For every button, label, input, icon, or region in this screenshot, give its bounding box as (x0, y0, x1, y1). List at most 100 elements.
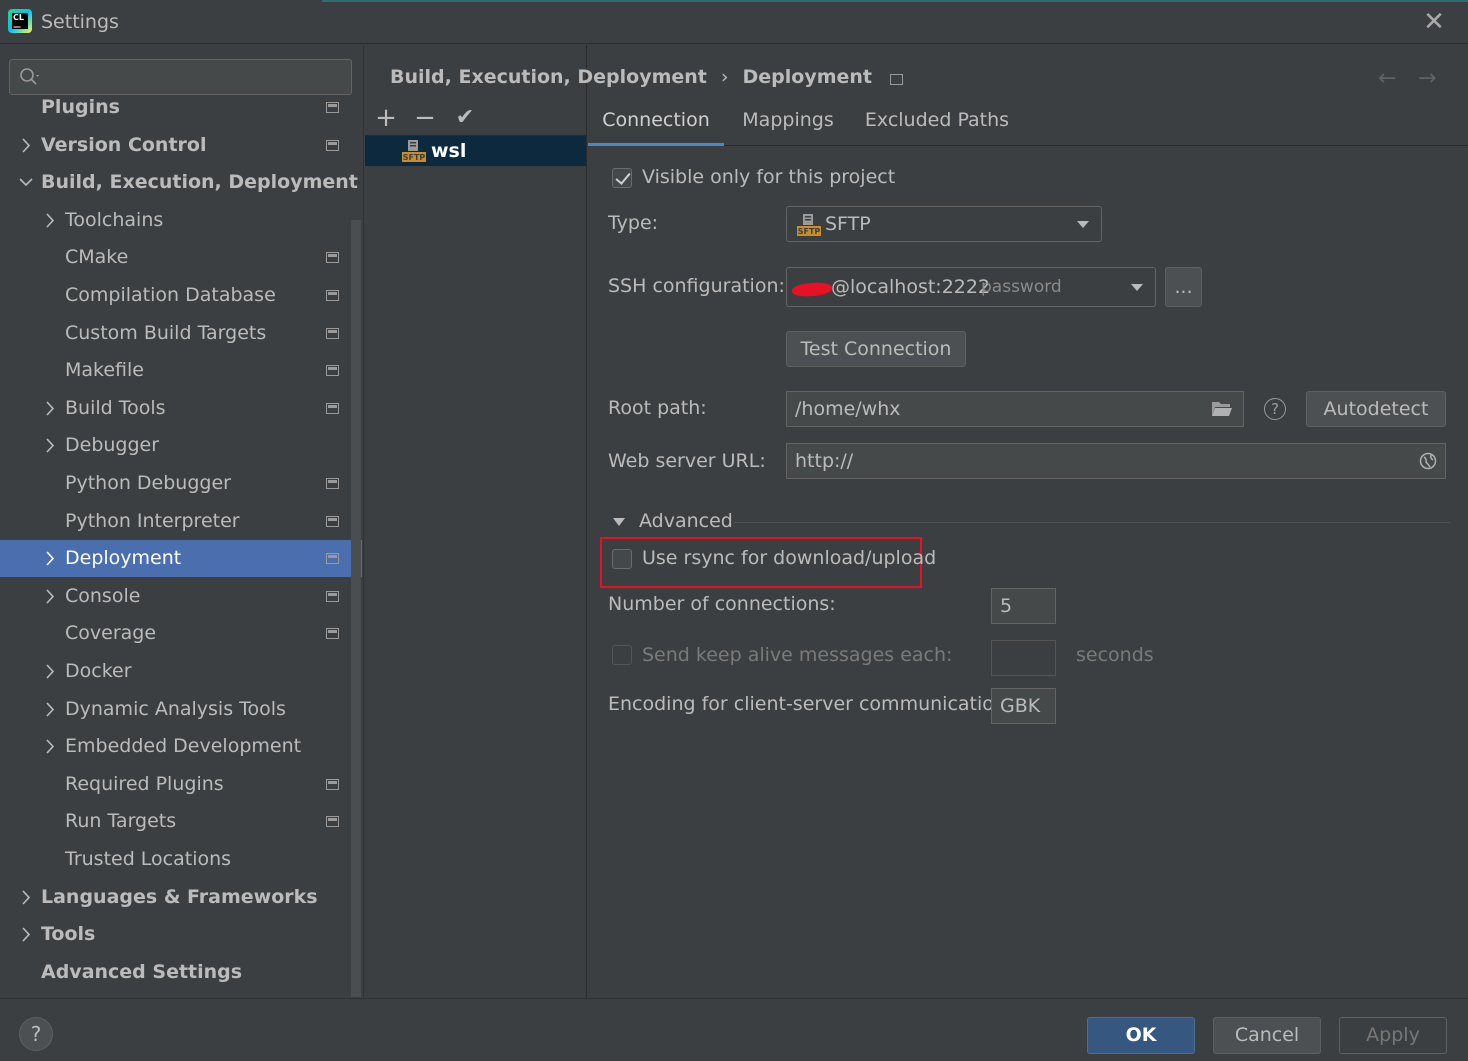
remove-server-button[interactable]: − (410, 101, 440, 135)
chevron-right-icon[interactable] (42, 427, 58, 464)
chevron-right-icon[interactable] (42, 653, 58, 690)
ssh-config-more-button[interactable]: ... (1165, 267, 1202, 307)
cancel-button[interactable]: Cancel (1213, 1017, 1321, 1054)
sidebar-item[interactable]: Docker (0, 653, 362, 690)
window-title: Settings (41, 11, 119, 33)
close-icon[interactable]: ✕ (1420, 8, 1448, 36)
root-path-value: /home/whx (795, 398, 901, 420)
sidebar-item[interactable]: Trusted Locations (0, 841, 362, 878)
breadcrumb-parent[interactable]: Build, Execution, Deployment (390, 66, 707, 88)
visible-only-checkbox[interactable] (612, 168, 632, 188)
search-icon (20, 68, 39, 85)
sidebar-item[interactable]: Build, Execution, Deployment (0, 164, 362, 201)
navigation-arrows: ← → (1378, 66, 1458, 91)
sidebar-item-label: Run Targets (65, 810, 177, 832)
sidebar-scrollbar[interactable] (351, 220, 361, 997)
sidebar-item[interactable]: Build Tools (0, 390, 362, 427)
sidebar-item[interactable]: Required Plugins (0, 766, 362, 803)
sidebar-item[interactable]: Python Interpreter (0, 503, 362, 540)
chevron-down-icon[interactable] (18, 164, 34, 201)
web-url-field[interactable]: http:// (786, 443, 1446, 479)
sidebar-item[interactable]: Compilation Database (0, 277, 362, 314)
chevron-right-icon[interactable] (18, 127, 34, 164)
sftp-icon: SFTP (402, 140, 426, 162)
autodetect-button[interactable]: Autodetect (1306, 391, 1446, 427)
back-arrow-icon[interactable]: ← (1378, 66, 1418, 91)
sidebar-item[interactable]: Dynamic Analysis Tools (0, 691, 362, 728)
sidebar-item[interactable]: Tools (0, 916, 362, 953)
keepalive-field[interactable] (991, 640, 1056, 676)
rsync-checkbox[interactable] (612, 549, 632, 569)
sidebar-item[interactable]: Toolchains (0, 202, 362, 239)
ssh-user-host: @localhost:2222 (831, 276, 991, 298)
apply-button[interactable]: Apply (1339, 1017, 1447, 1054)
chevron-right-icon[interactable] (18, 879, 34, 916)
sidebar-item[interactable]: Languages & Frameworks (0, 879, 362, 916)
chevron-right-icon[interactable] (42, 691, 58, 728)
dialog-footer: ? OK Cancel Apply (0, 998, 1468, 1061)
connections-field[interactable]: 5 (991, 588, 1056, 624)
sidebar-item[interactable]: Custom Build Targets (0, 315, 362, 352)
encoding-field[interactable]: GBK (991, 688, 1056, 724)
sidebar-item-label: Deployment (65, 547, 182, 569)
chevron-down-icon (1131, 284, 1143, 291)
chevron-right-icon[interactable] (42, 578, 58, 615)
sidebar-item-label: Build, Execution, Deployment (41, 171, 358, 193)
sidebar-item-label: Trusted Locations (65, 848, 232, 870)
chevron-right-icon[interactable] (42, 390, 58, 427)
collapse-triangle-icon[interactable] (612, 516, 626, 528)
tab-excluded-paths[interactable]: Excluded Paths (864, 96, 1010, 146)
server-name: wsl (431, 140, 467, 162)
sidebar-item-label: CMake (65, 246, 129, 268)
svg-text:SFTP: SFTP (798, 227, 821, 236)
project-scope-icon (326, 140, 339, 151)
connections-value: 5 (1000, 595, 1013, 617)
chevron-right-icon[interactable] (18, 916, 34, 953)
advanced-section-label[interactable]: Advanced (639, 510, 733, 532)
root-path-field[interactable]: /home/whx (786, 391, 1244, 427)
tab-mappings[interactable]: Mappings (734, 96, 842, 146)
keepalive-checkbox[interactable] (612, 645, 632, 665)
sidebar-item[interactable]: Run Targets (0, 803, 362, 840)
ok-button[interactable]: OK (1087, 1017, 1195, 1054)
sidebar-item[interactable]: Makefile (0, 352, 362, 389)
sidebar-item[interactable]: CMake (0, 239, 362, 276)
type-dropdown[interactable]: SFTP SFTP (786, 206, 1102, 242)
forward-arrow-icon[interactable]: → (1418, 66, 1458, 91)
add-server-button[interactable]: + (371, 101, 401, 135)
sidebar-item[interactable]: Console (0, 578, 362, 615)
sidebar-item[interactable]: Version Control (0, 127, 362, 164)
sidebar-item[interactable]: Debugger (0, 427, 362, 464)
ssh-config-label: SSH configuration: (608, 275, 785, 297)
chevron-right-icon[interactable] (42, 540, 58, 577)
sidebar-item-label: Build Tools (65, 397, 166, 419)
help-icon[interactable]: ? (1264, 398, 1286, 420)
help-button[interactable]: ? (19, 1017, 53, 1051)
chevron-right-icon[interactable] (42, 202, 58, 239)
test-connection-button[interactable]: Test Connection (786, 331, 966, 367)
sidebar-item[interactable]: Python Debugger (0, 465, 362, 502)
ssh-config-dropdown[interactable]: @localhost:2222 password (786, 267, 1156, 307)
project-scope-icon (326, 516, 339, 527)
sidebar-item[interactable]: Plugins (0, 89, 362, 126)
chevron-right-icon[interactable] (42, 728, 58, 765)
keepalive-label: Send keep alive messages each: (642, 644, 953, 666)
folder-icon[interactable] (1211, 400, 1233, 418)
project-scope-icon (326, 365, 339, 376)
server-list-item[interactable]: SFTP wsl (365, 136, 586, 166)
sidebar-item[interactable]: Coverage (0, 615, 362, 652)
tab-connection[interactable]: Connection (588, 96, 724, 146)
sidebar-item-label: Python Interpreter (65, 510, 240, 532)
sidebar-item[interactable]: Deployment (0, 540, 362, 577)
set-default-server-button[interactable]: ✔ (450, 101, 480, 135)
sidebar-item-label: Debugger (65, 434, 160, 456)
breadcrumb: Build, Execution, Deployment › Deployment (390, 66, 904, 88)
advanced-divider (734, 522, 1450, 523)
sidebar-item[interactable]: Advanced Settings (0, 954, 362, 989)
globe-icon[interactable] (1419, 452, 1437, 470)
breadcrumb-separator: › (720, 66, 729, 88)
sidebar-item[interactable]: Embedded Development (0, 728, 362, 765)
sidebar-item-label: Dynamic Analysis Tools (65, 698, 286, 720)
sidebar-item-label: Plugins (41, 96, 120, 118)
project-scope-icon (326, 628, 339, 639)
